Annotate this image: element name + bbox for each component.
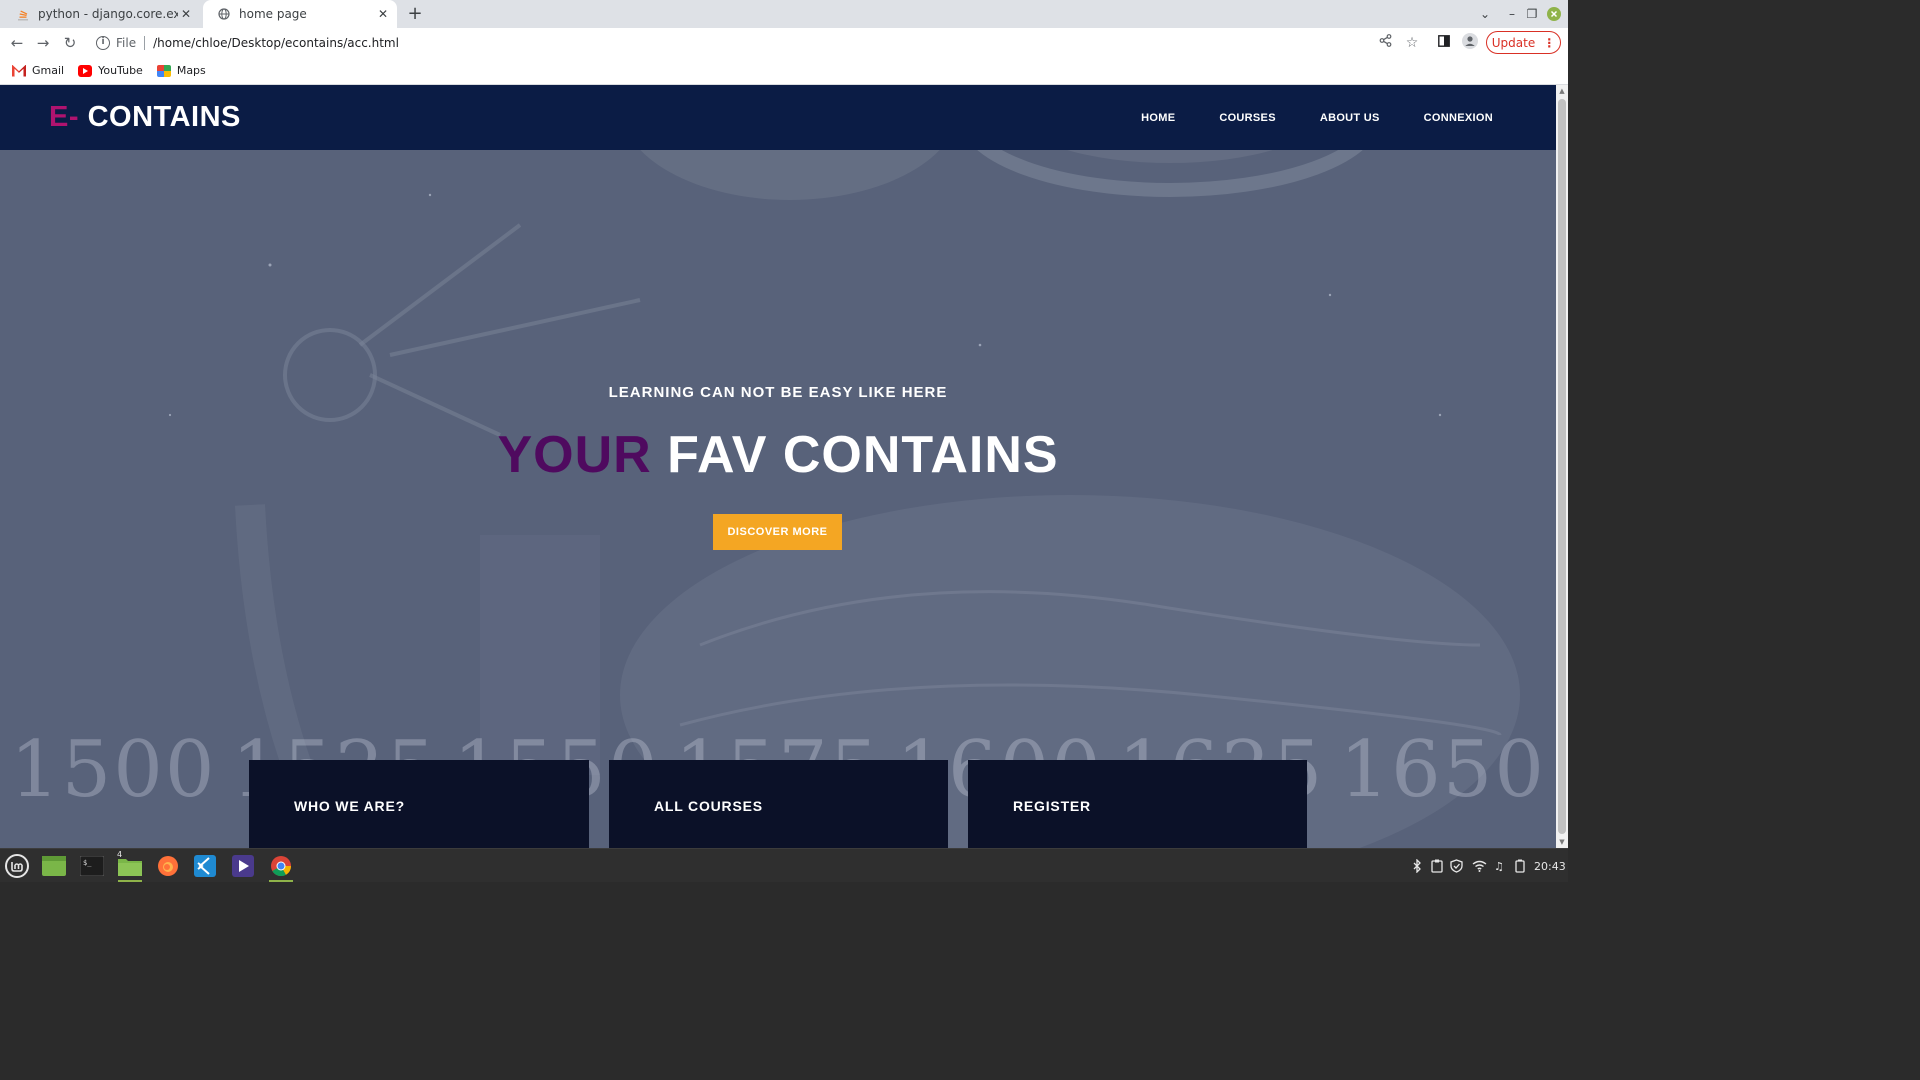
hero-title: YOUR FAV CONTAINS: [0, 425, 1556, 485]
close-tab-icon[interactable]: ✕: [375, 6, 391, 22]
card-all-courses[interactable]: ALL COURSES: [609, 760, 948, 848]
tab-search-icon[interactable]: ⌄: [1476, 0, 1494, 28]
address-bar[interactable]: i File /home/chloe/Desktop/econtains/acc…: [88, 30, 1428, 55]
clipboard-icon[interactable]: [1431, 849, 1443, 883]
system-clock[interactable]: 20:43: [1534, 849, 1566, 883]
address-separator: [144, 35, 146, 50]
logo-text: CONTAINS: [87, 101, 241, 133]
update-manager-icon[interactable]: [1450, 849, 1463, 883]
mint-menu-icon[interactable]: [2, 852, 32, 880]
sound-icon[interactable]: ♫: [1494, 849, 1504, 883]
card-label: REGISTER: [1013, 798, 1091, 814]
year-label: 1500: [10, 725, 217, 815]
tab-title: python - django.core.exceptio: [38, 7, 178, 21]
close-tab-icon[interactable]: ✕: [178, 6, 194, 22]
profile-icon[interactable]: [1460, 33, 1480, 53]
vscode-icon[interactable]: [190, 852, 220, 880]
nav-connexion[interactable]: CONNEXION: [1424, 112, 1493, 124]
svg-text:$_: $_: [83, 859, 92, 867]
scroll-up-icon[interactable]: ▲: [1558, 87, 1566, 95]
bookmark-maps[interactable]: Maps: [156, 64, 206, 77]
maps-icon: [156, 64, 171, 77]
os-taskbar: $_ 4 ♫ 20:43: [0, 848, 1568, 882]
tab-stackoverflow[interactable]: python - django.core.exceptio ✕: [2, 0, 200, 28]
youtube-icon: [78, 64, 93, 77]
hero-title-rest: FAV CONTAINS: [667, 426, 1059, 484]
files-badge: 4: [117, 850, 123, 859]
files-icon[interactable]: 4: [115, 850, 145, 882]
forward-icon[interactable]: →: [32, 32, 54, 54]
bookmark-gmail[interactable]: Gmail: [12, 64, 64, 77]
discover-more-button[interactable]: DISCOVER MORE: [713, 514, 842, 550]
update-button[interactable]: Update ⋮: [1486, 31, 1561, 54]
main-nav: HOME COURSES ABOUT US CONNEXION: [1097, 85, 1493, 150]
firefox-icon[interactable]: [153, 852, 183, 880]
bookmark-star-icon[interactable]: ☆: [1402, 33, 1422, 53]
bookmark-label: Maps: [176, 64, 206, 77]
menu-dots-icon: ⋮: [1543, 35, 1556, 50]
scroll-down-icon[interactable]: ▼: [1558, 838, 1566, 846]
battery-icon[interactable]: [1515, 849, 1525, 883]
side-panel-icon[interactable]: [1434, 33, 1454, 53]
tab-strip: python - django.core.exceptio ✕ home pag…: [0, 0, 1568, 28]
wifi-icon[interactable]: [1472, 849, 1487, 883]
page-viewport: 1500 1525 1550 1575 1600 1625 1650 E- CO…: [0, 85, 1556, 848]
hero-subtitle: LEARNING CAN NOT BE EASY LIKE HERE: [608, 384, 948, 401]
scrollbar-thumb[interactable]: [1558, 99, 1566, 834]
bookmark-youtube[interactable]: YouTube: [78, 64, 143, 77]
close-window-icon[interactable]: [1545, 0, 1563, 28]
show-desktop-icon[interactable]: [39, 852, 69, 880]
address-scheme: File: [116, 35, 137, 50]
bookmarks-bar: Gmail YouTube Maps: [0, 57, 1568, 85]
nav-about-us[interactable]: ABOUT US: [1320, 112, 1380, 124]
tab-home-page[interactable]: home page ✕: [203, 0, 397, 28]
page-scrollbar[interactable]: ▲ ▼: [1556, 85, 1568, 848]
year-label: 1650: [1339, 725, 1546, 815]
bookmark-label: YouTube: [98, 64, 143, 77]
nav-courses[interactable]: COURSES: [1219, 112, 1276, 124]
info-icon[interactable]: i: [96, 35, 110, 50]
restore-icon[interactable]: ❐: [1523, 0, 1541, 28]
logo-accent: E-: [49, 101, 79, 133]
bluetooth-icon[interactable]: [1412, 849, 1422, 883]
browser-toolbar: ← → ↻ i File /home/chloe/Desktop/econtai…: [0, 28, 1568, 57]
tab-title: home page: [239, 7, 307, 21]
reload-icon[interactable]: ↻: [59, 32, 81, 54]
share-icon[interactable]: [1375, 33, 1395, 53]
nav-home[interactable]: HOME: [1141, 112, 1175, 124]
media-player-icon[interactable]: [228, 852, 258, 880]
site-logo[interactable]: E- CONTAINS: [49, 101, 241, 134]
card-label: WHO WE ARE?: [294, 798, 405, 814]
minimize-icon[interactable]: –: [1503, 0, 1521, 28]
update-label: Update: [1491, 35, 1536, 50]
hero-title-accent: YOUR: [497, 426, 652, 484]
gmail-icon: [12, 64, 26, 77]
globe-icon: [217, 7, 231, 21]
site-header: E- CONTAINS HOME COURSES ABOUT US CONNEX…: [0, 85, 1556, 150]
chrome-icon[interactable]: [266, 852, 296, 882]
terminal-icon[interactable]: $_: [77, 852, 107, 880]
address-url: /home/chloe/Desktop/econtains/acc.html: [153, 35, 399, 50]
card-label: ALL COURSES: [654, 798, 763, 814]
back-icon[interactable]: ←: [6, 32, 28, 54]
card-register[interactable]: REGISTER: [968, 760, 1307, 848]
card-who-we-are[interactable]: WHO WE ARE?: [249, 760, 589, 848]
new-tab-button[interactable]: +: [405, 4, 425, 24]
bookmark-label: Gmail: [32, 64, 65, 77]
stackoverflow-icon: [16, 7, 30, 21]
